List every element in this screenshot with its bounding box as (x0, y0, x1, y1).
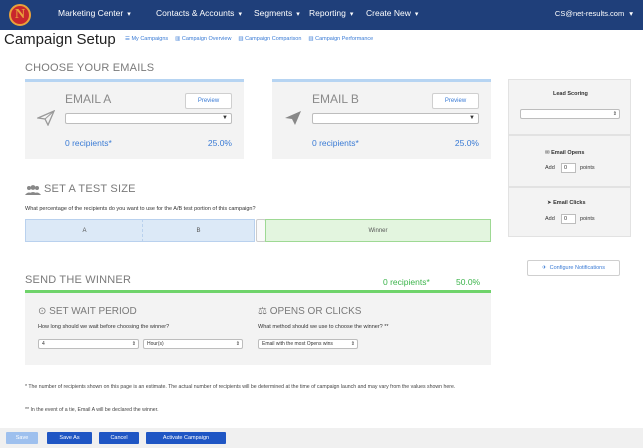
nav-label: Segments (254, 8, 293, 18)
points-label: points (580, 216, 595, 222)
email-clicks-title: ➤ Email Clicks (547, 200, 586, 206)
recipients-percent: 25.0% (454, 138, 479, 148)
updown-icon: ⇕ (612, 111, 617, 117)
wait-amount-select[interactable]: 4 ⇕ (38, 339, 139, 349)
updown-icon: ⇕ (350, 341, 355, 347)
nav-label: Contacts & Accounts (156, 8, 235, 18)
chevron-down-icon: ▾ (127, 11, 131, 18)
nav-segments[interactable]: Segments ▾ (254, 8, 300, 18)
segment-winner: Winner (265, 219, 491, 242)
nav-label: Create New (366, 8, 411, 18)
recipients-count: 0 recipients* (312, 138, 359, 148)
footnote-tie: ** In the event of a tie, Email A will b… (25, 407, 159, 413)
activate-campaign-button[interactable]: Activate Campaign (146, 432, 226, 444)
send-winner-title: SEND THE WINNER (25, 274, 132, 286)
updown-icon: ⇕ (131, 341, 136, 347)
bar-chart-icon: ▥ (175, 36, 182, 42)
email-b-label: EMAIL B (312, 92, 359, 106)
user-menu[interactable]: CS@net-results.com ▾ (555, 9, 633, 18)
preview-button[interactable]: Preview (185, 93, 232, 109)
choose-emails-title: CHOOSE YOUR EMAILS (25, 62, 155, 74)
email-opens-box: ✉ Email Opens Add 0 points (508, 135, 631, 187)
test-size-slider[interactable]: A B Winner (25, 219, 491, 242)
chevron-down-icon: ▾ (414, 11, 419, 18)
email-opens-points-input[interactable]: 0 (561, 163, 576, 173)
winner-recipients-percent: 50.0% (456, 277, 481, 287)
nav-label: Reporting (309, 8, 346, 18)
test-size-question: What percentage of the recipients do you… (25, 206, 256, 212)
updown-icon: ⇕ (235, 341, 240, 347)
save-as-button[interactable]: Save As (47, 432, 92, 444)
subnav-campaign-overview[interactable]: ▥ Campaign Overview (175, 36, 231, 42)
add-label: Add (545, 165, 555, 171)
subnav-my-campaigns[interactable]: ☰ My Campaigns (125, 36, 168, 42)
action-bar (0, 428, 643, 448)
paper-plane-icon (284, 110, 302, 131)
segment-b: B (142, 219, 255, 242)
email-a-panel: EMAIL A Preview ▼ 0 recipients* 25.0% (25, 79, 244, 159)
caret-down-icon: ▼ (469, 115, 475, 121)
segment-a: A (25, 219, 143, 242)
paper-plane-icon: ✈ (542, 265, 547, 271)
lead-scoring-select[interactable]: ⇕ (520, 109, 620, 119)
email-clicks-box: ➤ Email Clicks Add 0 points (508, 187, 631, 237)
nav-label: Marketing Center (58, 8, 124, 18)
nav-reporting[interactable]: Reporting ▾ (309, 8, 353, 18)
campaign-subnav: ☰ My Campaigns ▥ Campaign Overview ▥ Cam… (125, 36, 373, 42)
configure-notifications-button[interactable]: ✈ Configure Notifications (527, 260, 620, 276)
logo[interactable]: N (9, 4, 31, 26)
top-navigation: N Marketing Center ▾ Contacts & Accounts ▾… (0, 0, 643, 30)
opens-clicks-question: What method should we use to choose the … (258, 324, 389, 330)
email-a-label: EMAIL A (65, 92, 112, 106)
nav-marketing-center[interactable]: Marketing Center ▾ (58, 8, 131, 18)
subnav-campaign-performance[interactable]: ▥ Campaign Performance (308, 36, 373, 42)
clock-icon: ⊙ (38, 306, 50, 317)
subnav-campaign-comparison[interactable]: ▥ Campaign Comparison (238, 36, 301, 42)
email-b-panel: EMAIL B Preview ▼ 0 recipients* 25.0% (272, 79, 491, 159)
chevron-down-icon: ▾ (238, 11, 242, 18)
add-label: Add (545, 216, 555, 222)
wait-unit-select[interactable]: Hour(s) ⇕ (143, 339, 243, 349)
chevron-down-icon: ▾ (296, 11, 300, 18)
opens-clicks-title: ⚖ OPENS OR CLICKS (258, 306, 362, 317)
preview-button[interactable]: Preview (432, 93, 479, 109)
winner-method-select[interactable]: Email with the most Opens wins ⇕ (258, 339, 358, 349)
recipients-count: 0 recipients* (65, 138, 112, 148)
nav-create-new[interactable]: Create New ▾ (366, 8, 418, 18)
nav-contacts-accounts[interactable]: Contacts & Accounts ▾ (156, 8, 242, 18)
points-label: points (580, 165, 595, 171)
chevron-down-icon: ▾ (629, 9, 633, 18)
wait-period-title: ⊙ SET WAIT PERIOD (38, 306, 137, 317)
email-a-select[interactable]: ▼ (65, 113, 232, 124)
recipients-percent: 25.0% (207, 138, 232, 148)
footnote-estimate: * The number of recipients shown on this… (25, 384, 456, 390)
test-size-title: SET A TEST SIZE (44, 183, 136, 195)
winner-recipients-count: 0 recipients* (383, 277, 430, 287)
wait-period-question: How long should we wait before choosing … (38, 324, 170, 330)
save-button[interactable]: Save (6, 432, 38, 444)
email-opens-title: ✉ Email Opens (545, 150, 585, 156)
email-clicks-points-input[interactable]: 0 (561, 214, 576, 224)
lead-scoring-title: Lead Scoring (553, 91, 588, 97)
page-title: Campaign Setup (4, 31, 116, 48)
lead-scoring-box: Lead Scoring ⇕ (508, 79, 631, 135)
caret-down-icon: ▼ (222, 115, 228, 121)
chevron-down-icon: ▾ (349, 11, 354, 18)
balance-scale-icon: ⚖ (258, 306, 270, 317)
email-b-select[interactable]: ▼ (312, 113, 479, 124)
users-icon (25, 185, 41, 195)
winner-settings-panel: ⊙ SET WAIT PERIOD How long should we wai… (25, 293, 491, 365)
cancel-button[interactable]: Cancel (99, 432, 139, 444)
paper-plane-icon (35, 109, 56, 131)
user-email: CS@net-results.com (554, 9, 625, 18)
